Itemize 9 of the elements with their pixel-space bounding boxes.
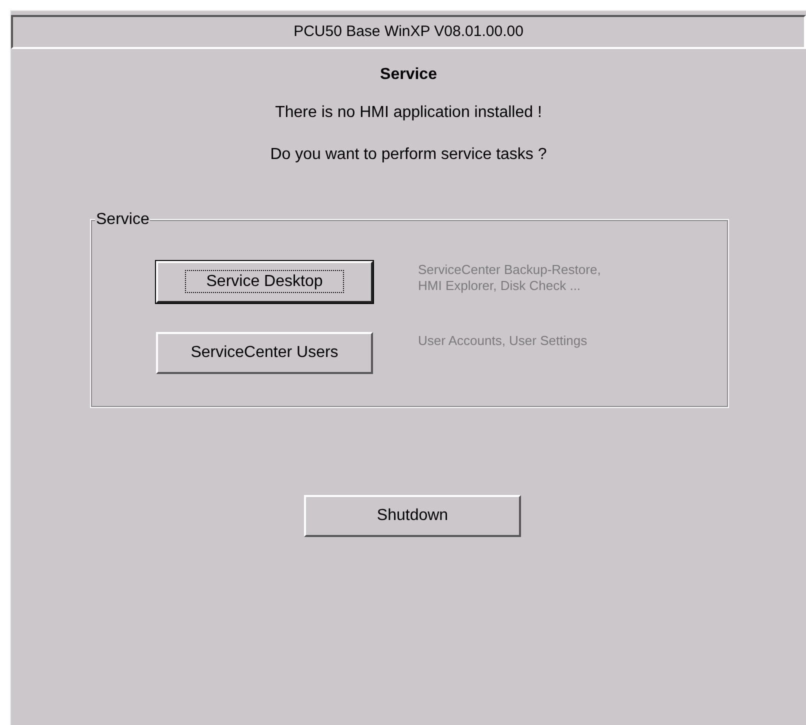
heading: Service — [379, 65, 438, 85]
service-button[interactable]: Service Desktop — [156, 261, 373, 303]
shutdown-button[interactable]: Shutdown — [304, 495, 521, 537]
button-description: ServiceCenter Backup-Restore, HMI Explorer, Disk Check ... — [418, 262, 601, 294]
message-text: Do you want to perform service tasks ? — [270, 145, 547, 165]
message-text: There is no HMI application installed ! — [275, 103, 542, 123]
button-description: User Accounts, User Settings — [418, 333, 588, 349]
window-title: PCU50 Base WinXP V08.01.00.00 — [11, 15, 806, 49]
service-button[interactable]: ServiceCenter Users — [156, 332, 373, 374]
